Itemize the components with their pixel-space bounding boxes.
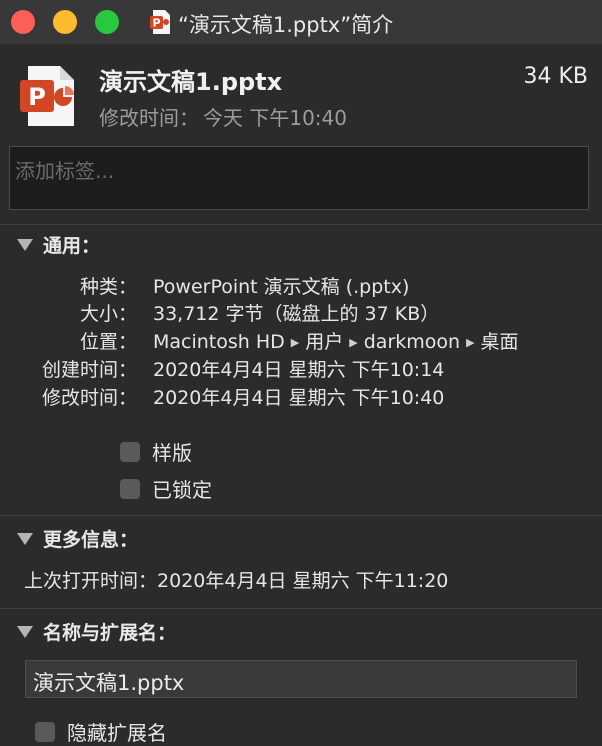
disclosure-triangle-icon[interactable] xyxy=(17,625,33,638)
info-label: 大小： xyxy=(79,303,137,325)
powerpoint-file-icon: P xyxy=(20,64,78,132)
last-opened-label: 上次打开时间： xyxy=(24,570,158,592)
info-label: 修改时间： xyxy=(41,387,137,409)
info-value: 2020年4月4日 星期六 下午10:40 xyxy=(153,387,445,409)
stationery-label: 样版 xyxy=(152,441,192,465)
disclosure-triangle-icon[interactable] xyxy=(17,532,33,545)
disclosure-triangle-icon[interactable] xyxy=(17,238,33,251)
info-label: 创建时间： xyxy=(41,359,137,381)
path-segment: Macintosh HD xyxy=(153,331,285,353)
info-label: 种类： xyxy=(79,276,137,298)
path-separator-icon: ▶ xyxy=(290,336,300,349)
powerpoint-file-icon: P xyxy=(150,9,172,39)
modified-label: 修改时间： xyxy=(99,106,199,130)
section-more-info-header[interactable]: 更多信息： xyxy=(17,525,138,552)
file-size: 34 KB xyxy=(523,64,588,89)
stationery-checkbox[interactable] xyxy=(120,441,140,462)
file-name: 演示文稿1.pptx xyxy=(99,68,283,96)
modified-summary: 修改时间： 今天 下午10:40 xyxy=(99,102,351,131)
info-row-size: 大小： 33,712 字节（磁盘上的 37 KB） xyxy=(0,299,602,327)
info-label: 位置： xyxy=(79,331,137,353)
tags-input[interactable]: 添加标签... xyxy=(9,146,589,210)
file-name-input[interactable]: 演示文稿1.pptx xyxy=(25,660,577,698)
last-opened-row: 上次打开时间：2020年4月4日 星期六 下午11:20 xyxy=(24,566,448,593)
locked-label: 已锁定 xyxy=(152,478,212,502)
path-segment: darkmoon xyxy=(363,331,461,353)
tags-placeholder: 添加标签... xyxy=(15,159,115,183)
stationery-checkbox-row[interactable]: 样版 xyxy=(120,437,192,466)
section-name-ext-header[interactable]: 名称与扩展名： xyxy=(17,618,176,645)
hide-extension-checkbox[interactable] xyxy=(35,721,55,742)
info-value: 33,712 字节（磁盘上的 37 KB） xyxy=(153,303,440,325)
path-separator-icon: ▶ xyxy=(466,336,475,349)
locked-checkbox-row[interactable]: 已锁定 xyxy=(120,474,212,503)
maximize-button[interactable] xyxy=(95,10,119,34)
window-title: “演示文稿1.pptx”简介 xyxy=(178,13,394,37)
close-button[interactable] xyxy=(11,10,35,34)
locked-checkbox[interactable] xyxy=(120,478,140,499)
hide-extension-checkbox-row[interactable]: 隐藏扩展名 xyxy=(35,717,167,746)
file-name-input-value: 演示文稿1.pptx xyxy=(33,671,185,695)
location-path: Macintosh HD ▶ 用户 ▶ darkmoon ▶ 桌面 xyxy=(153,327,519,354)
info-row-created: 创建时间： 2020年4月4日 星期六 下午10:14 xyxy=(0,355,602,383)
info-row-kind: 种类： PowerPoint 演示文稿 (.pptx) xyxy=(0,272,602,300)
path-separator-icon: ▶ xyxy=(349,336,358,349)
divider xyxy=(0,608,602,609)
modified-value: 今天 下午10:40 xyxy=(203,106,347,130)
section-general-title: 通用： xyxy=(43,235,101,257)
info-value: 2020年4月4日 星期六 下午10:14 xyxy=(153,359,445,381)
minimize-button[interactable] xyxy=(53,10,77,34)
hide-extension-label: 隐藏扩展名 xyxy=(67,721,167,745)
title-bar: P “演示文稿1.pptx”简介 xyxy=(0,0,602,44)
section-more-info-title: 更多信息： xyxy=(43,529,139,551)
divider xyxy=(0,515,602,516)
section-name-ext-title: 名称与扩展名： xyxy=(43,622,177,644)
divider xyxy=(0,224,602,225)
svg-text:P: P xyxy=(28,83,46,111)
last-opened-value: 2020年4月4日 星期六 下午11:20 xyxy=(157,570,449,592)
info-row-modified: 修改时间： 2020年4月4日 星期六 下午10:40 xyxy=(0,383,602,411)
file-header: P 演示文稿1.pptx 34 KB 修改时间： 今天 下午10:40 xyxy=(0,44,602,134)
path-segment: 桌面 xyxy=(480,331,519,353)
info-row-location: 位置： Macintosh HD ▶ 用户 ▶ darkmoon ▶ 桌面 xyxy=(0,327,602,355)
svg-text:P: P xyxy=(152,17,160,30)
info-value: PowerPoint 演示文稿 (.pptx) xyxy=(153,276,410,298)
section-general-header[interactable]: 通用： xyxy=(17,231,100,258)
path-segment: 用户 xyxy=(305,331,344,353)
